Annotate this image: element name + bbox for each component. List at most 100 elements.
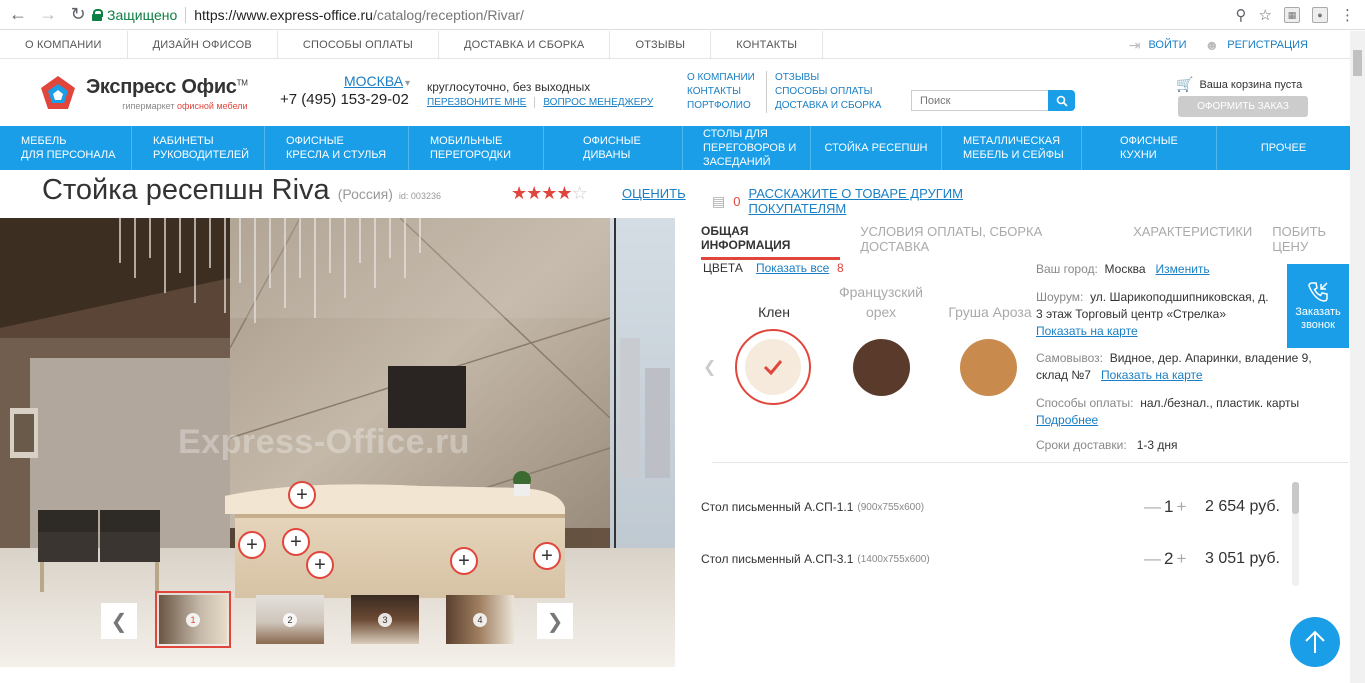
cat-label: МЕБЕЛЬ И СЕЙФЫ <box>963 149 1064 161</box>
product-photo[interactable]: Express-Office.ru <box>0 218 675 667</box>
change-city-link[interactable]: Изменить <box>1156 262 1210 276</box>
payment-more-link[interactable]: Подробнее <box>1036 413 1098 427</box>
quantity-value[interactable]: 1 <box>1164 497 1173 517</box>
header-link-portfolio[interactable]: ПОРТФОЛИО <box>687 99 755 113</box>
header-link-about[interactable]: О КОМПАНИИ <box>687 71 755 85</box>
tab-payment-delivery[interactable]: УСЛОВИЯ ОПЛАТЫ, СБОРКА ДОСТАВКА <box>860 224 1113 260</box>
category-staff-furniture[interactable]: МЕБЕЛЬ ДЛЯ ПЕРСОНАЛА <box>0 126 132 170</box>
minus-icon[interactable]: — <box>1144 549 1161 569</box>
items-scrollbar-thumb[interactable] <box>1292 482 1299 514</box>
cat-label: ДИВАНЫ <box>583 149 631 161</box>
callback-link[interactable]: ПЕРЕЗВОНИТЕ МНЕ <box>427 97 536 108</box>
register-link[interactable]: ☻ РЕГИСТРАЦИЯ <box>1205 37 1309 53</box>
header-link-payment[interactable]: СПОСОБЫ ОПЛАТЫ <box>775 85 881 99</box>
category-other[interactable]: ПРОЧЕЕ <box>1217 126 1350 170</box>
category-partitions[interactable]: МОБИЛЬНЫЕ ПЕРЕГОРОДКИ <box>409 126 544 170</box>
page-scrollbar-thumb[interactable] <box>1353 50 1362 76</box>
item-price: 2 654 руб. <box>1205 498 1280 515</box>
gallery-thumb-4[interactable]: 4 <box>442 591 518 648</box>
extension-icon-2[interactable]: ● <box>1312 7 1328 23</box>
page-scrollbar-track[interactable] <box>1350 31 1365 683</box>
write-review-link[interactable]: РАССКАЖИТЕ О ТОВАРЕ ДРУГИМ ПОКУПАТЕЛЯМ <box>748 186 1042 216</box>
cat-label: КУХНИ <box>1120 149 1157 161</box>
category-chairs[interactable]: ОФИСНЫЕ КРЕСЛА И СТУЛЬЯ <box>265 126 409 170</box>
color-name-walnut: Французский орех <box>826 282 936 322</box>
hotspot-plus-icon[interactable]: + <box>533 542 561 570</box>
top-link-about[interactable]: О КОМПАНИИ <box>0 30 128 59</box>
color-name-line: Французский <box>839 284 923 300</box>
hotspot-plus-icon[interactable]: + <box>288 481 316 509</box>
secure-indicator[interactable]: Защищено <box>92 7 177 23</box>
checkout-button[interactable]: ОФОРМИТЬ ЗАКАЗ <box>1178 96 1308 117</box>
chevron-left-icon[interactable]: ❮ <box>703 357 716 377</box>
showroom-map-link[interactable]: Показать на карте <box>1036 324 1138 338</box>
forward-arrow-icon[interactable]: → <box>36 3 60 27</box>
hotspot-plus-icon[interactable]: + <box>306 551 334 579</box>
hotspot-plus-icon[interactable]: + <box>238 531 266 559</box>
address-bar[interactable]: Защищено https://www.express-office.ru/c… <box>92 3 1270 26</box>
plus-icon[interactable]: + <box>1176 549 1186 569</box>
table-row: Стол письменный А.СП-1.1 (900х755х600) —… <box>701 497 1291 517</box>
category-executive[interactable]: КАБИНЕТЫ РУКОВОДИТЕЛЕЙ <box>132 126 265 170</box>
cart-status[interactable]: 🛒 Ваша корзина пуста <box>1176 76 1302 93</box>
top-link-contacts[interactable]: КОНТАКТЫ <box>711 30 824 59</box>
category-metal-safes[interactable]: МЕТАЛЛИЧЕСКАЯ МЕБЕЛЬ И СЕЙФЫ <box>942 126 1082 170</box>
gallery-thumb-1[interactable]: 1 <box>155 591 231 648</box>
header-link-reviews[interactable]: ОТЗЫВЫ <box>775 71 881 85</box>
question-link[interactable]: ВОПРОС МЕНЕДЖЕРУ <box>543 97 661 108</box>
top-link-delivery[interactable]: ДОСТАВКА И СБОРКА <box>439 30 611 59</box>
cat-label: КРЕСЛА И СТУЛЬЯ <box>286 149 387 161</box>
menu-icon[interactable]: ⋮ <box>1340 6 1355 24</box>
site-logo[interactable]: Экспресс ОфисTM гипермаркет офисной мебе… <box>40 75 248 111</box>
pickup-map-link[interactable]: Показать на карте <box>1101 368 1203 382</box>
plus-icon[interactable]: + <box>1176 497 1186 517</box>
show-all-colors-link[interactable]: Показать все <box>756 261 829 275</box>
color-swatch-walnut[interactable] <box>853 339 910 396</box>
hotspot-plus-icon[interactable]: + <box>282 528 310 556</box>
zoom-icon[interactable]: ⚲ <box>1236 6 1247 24</box>
delivery-value: 1-3 дня <box>1136 438 1178 452</box>
category-sofas[interactable]: ОФИСНЫЕ ДИВАНЫ <box>544 126 683 170</box>
top-link-reviews[interactable]: ОТЗЫВЫ <box>610 30 712 59</box>
item-name: Стол письменный А.СП-1.1 <box>701 500 854 514</box>
category-reception[interactable]: СТОЙКА РЕСЕПШН <box>811 126 942 170</box>
top-link-design[interactable]: ДИЗАЙН ОФИСОВ <box>128 30 278 59</box>
top-nav: О КОМПАНИИ ДИЗАЙН ОФИСОВ СПОСОБЫ ОПЛАТЫ … <box>0 30 1350 59</box>
bookmark-star-icon[interactable]: ☆ <box>1259 6 1272 24</box>
back-arrow-icon[interactable]: ← <box>6 3 30 27</box>
reload-icon[interactable]: ↻ <box>66 3 90 27</box>
info-showroom: Шоурум: ул. Шарикоподшипниковская, д. 3 … <box>1036 289 1286 340</box>
tab-general-info[interactable]: ОБЩАЯ ИНФОРМАЦИЯ <box>701 224 841 260</box>
city-selector[interactable]: МОСКВА <box>344 73 410 89</box>
gallery-thumb-2[interactable]: 2 <box>252 591 328 648</box>
gallery-prev-button[interactable]: ❮ <box>101 603 137 639</box>
tab-specs[interactable]: ХАРАКТЕРИСТИКИ <box>1133 224 1252 260</box>
header-link-delivery[interactable]: ДОСТАВКА И СБОРКА <box>775 99 881 113</box>
category-menu: МЕБЕЛЬ ДЛЯ ПЕРСОНАЛА КАБИНЕТЫ РУКОВОДИТЕЛЕ… <box>0 126 1350 170</box>
color-swatch-pear[interactable] <box>960 339 1017 396</box>
star-icon: ★ <box>556 183 572 203</box>
rate-link[interactable]: ОЦЕНИТЬ <box>622 186 686 201</box>
search-input[interactable] <box>911 90 1048 111</box>
showroom-line2: 3 этаж Торговый центр «Стрелка» <box>1036 307 1227 321</box>
quantity-value[interactable]: 2 <box>1164 549 1173 569</box>
order-callback-button[interactable]: Заказать звонок <box>1287 264 1349 348</box>
search-button[interactable] <box>1048 90 1075 111</box>
minus-icon[interactable]: — <box>1144 497 1161 517</box>
gallery-thumb-3[interactable]: 3 <box>347 591 423 648</box>
hotspot-plus-icon[interactable]: + <box>450 547 478 575</box>
category-meeting-tables[interactable]: СТОЛЫ ДЛЯ ПЕРЕГОВОРОВ И ЗАСЕДАНИЙ <box>683 126 811 170</box>
gallery-next-button[interactable]: ❯ <box>537 603 573 639</box>
top-link-payment[interactable]: СПОСОБЫ ОПЛАТЫ <box>278 30 439 59</box>
scroll-to-top-button[interactable] <box>1290 617 1340 667</box>
colors-count: 8 <box>837 261 844 275</box>
login-link[interactable]: ⇥ ВОЙТИ <box>1129 37 1187 54</box>
rating-stars[interactable]: ★★★★☆ <box>511 183 588 204</box>
callback-label: звонок <box>1301 318 1335 331</box>
header-contact-links: ПЕРЕЗВОНИТЕ МНЕ ВОПРОС МЕНЕДЖЕРУ <box>427 97 669 108</box>
header-link-contacts[interactable]: КОНТАКТЫ <box>687 85 755 99</box>
category-kitchens[interactable]: ОФИСНЫЕ КУХНИ <box>1082 126 1217 170</box>
phone-number[interactable]: +7 (495) 153-29-02 <box>280 91 409 108</box>
url-path: /catalog/reception/Rivar/ <box>372 6 524 23</box>
extension-icon[interactable]: ▦ <box>1284 7 1300 23</box>
